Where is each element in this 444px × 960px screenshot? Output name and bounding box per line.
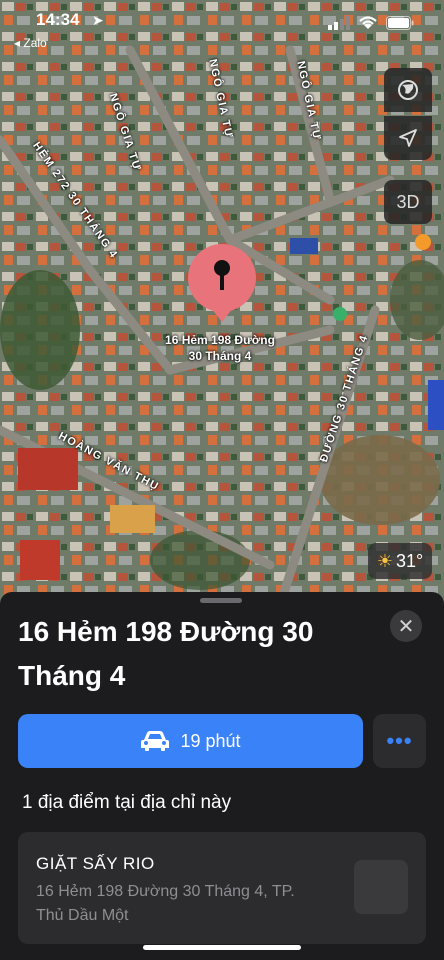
status-icons [328, 16, 414, 30]
car-icon [141, 731, 170, 751]
weather-badge: ☀ 31° [368, 543, 432, 579]
place-title: 16 Hẻm 198 Đường 30 Tháng 4 [18, 616, 314, 691]
place-card[interactable]: GIẶT SẤY RIO 16 Hẻm 198 Đường 30 Tháng 4… [18, 832, 426, 944]
directions-eta: 19 phút [180, 730, 241, 751]
home-indicator[interactable] [143, 945, 301, 950]
3d-view-button[interactable]: 3D [384, 180, 432, 224]
more-button[interactable]: ••• [373, 714, 426, 768]
back-to-app-link[interactable]: ◂ Zalo [14, 36, 47, 50]
more-dots-icon: ••• [386, 728, 413, 753]
place-sheet: 16 Hẻm 198 Đường 30 Tháng 4 ✕ 19 phút ••… [0, 592, 444, 960]
map-view[interactable]: NGÔ GIA TỰ NGÔ GIA TỰ NGÔ GIA TỰ HẺM 272… [0, 0, 444, 605]
place-name: GIẶT SẤY RIO [36, 854, 155, 873]
location-arrow-icon: ➤ [92, 12, 104, 28]
place-address: 16 Hẻm 198 Đường 30 Tháng 4, TP. Thủ Dầu… [36, 883, 295, 924]
close-button[interactable]: ✕ [390, 610, 422, 642]
battery-icon [386, 16, 414, 30]
temperature: 31° [395, 550, 424, 571]
map-type-button[interactable] [384, 68, 432, 112]
locate-me-button[interactable] [384, 116, 432, 160]
status-bar: 14:34 ➤ ◂ Zalo [0, 0, 444, 56]
pin-label: 16 Hẻm 198 Đường 30 Tháng 4 [140, 332, 300, 364]
pin-label-line: 30 Tháng 4 [188, 349, 252, 363]
directions-button[interactable]: 19 phút [18, 714, 363, 768]
sheet-grabber[interactable] [200, 598, 242, 603]
clock: 14:34 [36, 10, 80, 29]
cellular-signal-icon [328, 16, 350, 30]
wifi-icon [359, 16, 377, 29]
pin-label-line: 16 Hẻm 198 Đường [165, 333, 275, 347]
place-thumbnail [354, 860, 408, 914]
location-arrow-icon [399, 129, 417, 147]
close-icon: ✕ [397, 615, 415, 638]
section-title: 1 địa điểm tại địa chỉ này [22, 792, 232, 813]
globe-icon [398, 80, 418, 100]
sun-icon: ☀ [376, 550, 393, 571]
